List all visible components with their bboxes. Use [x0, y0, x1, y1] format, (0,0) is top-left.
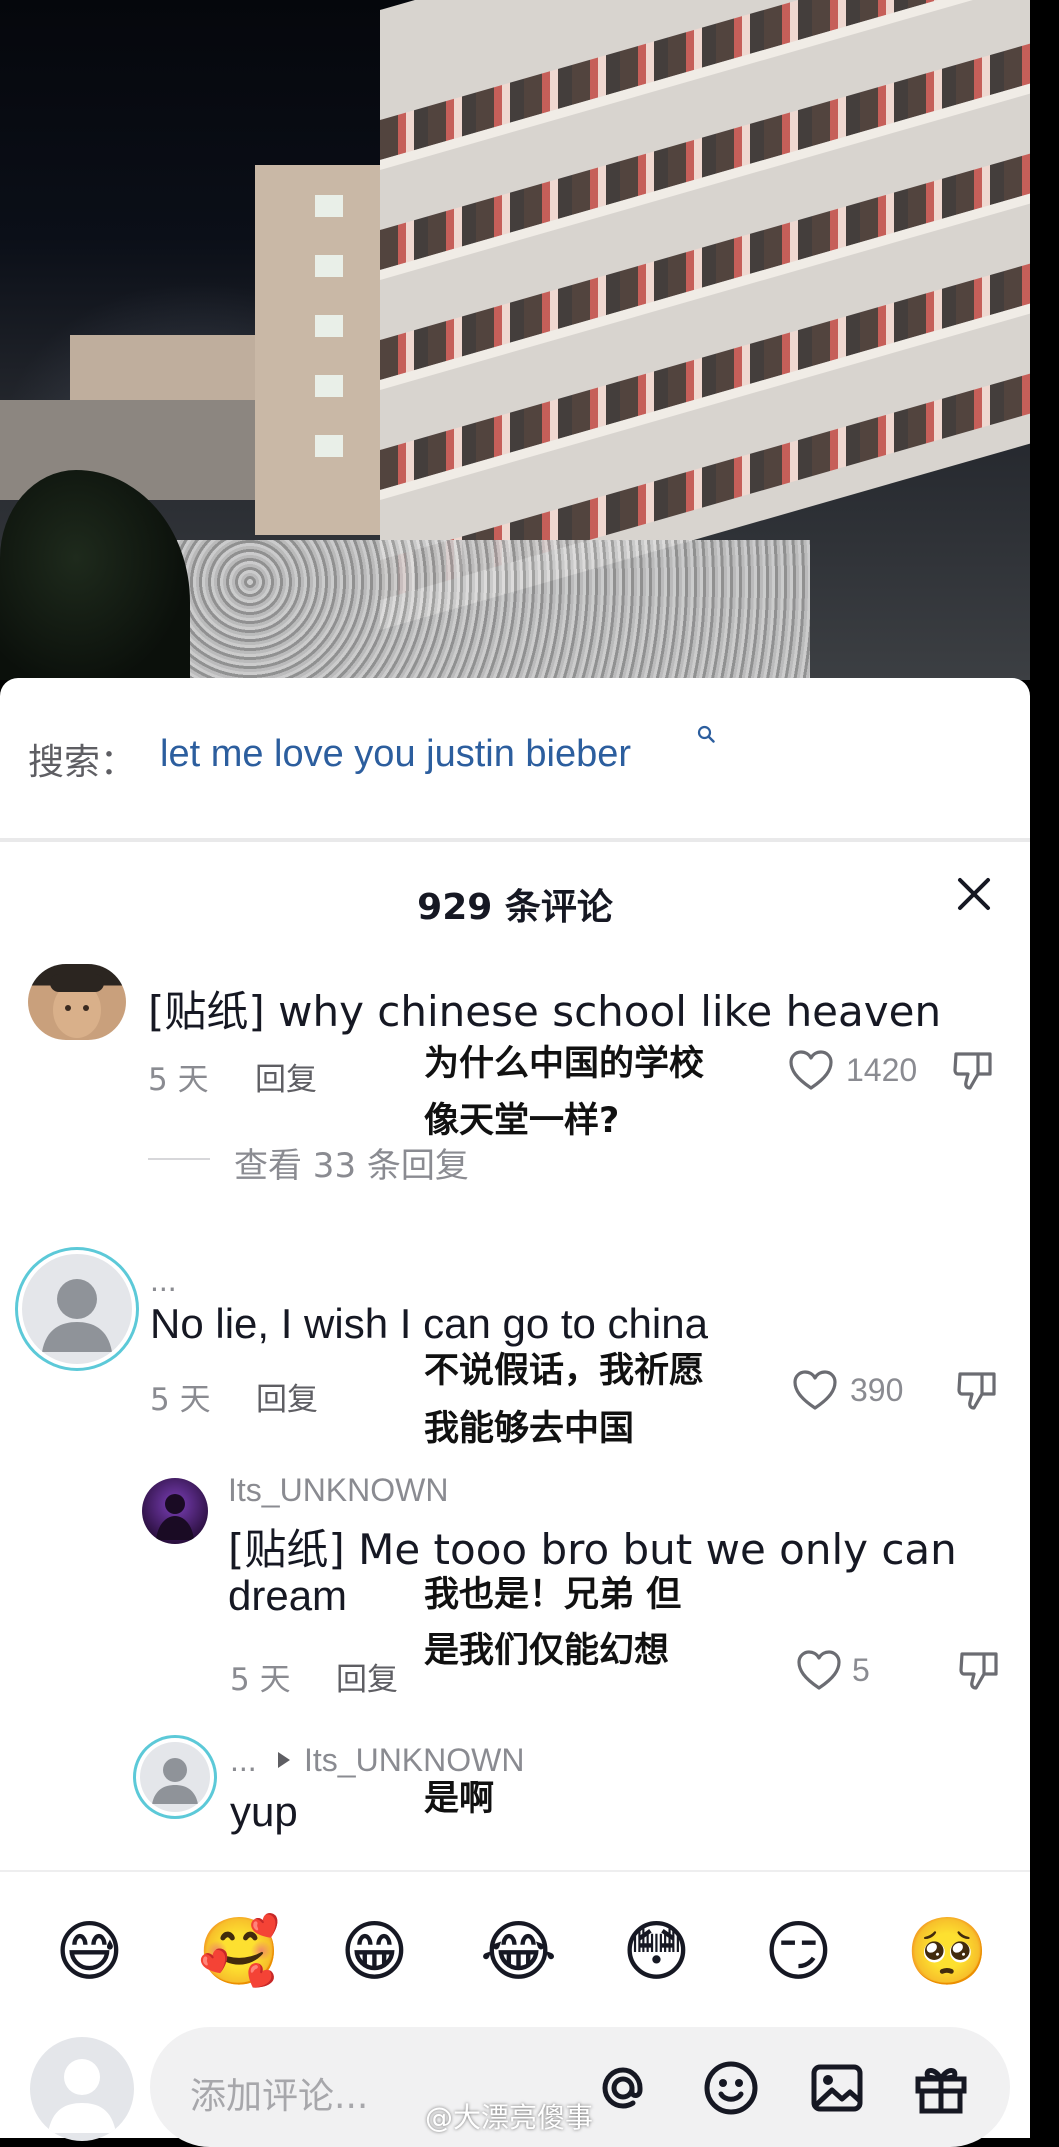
avatar[interactable]: [140, 1742, 210, 1812]
emoji-shortcut[interactable]: 😏: [764, 1912, 833, 1992]
translation-caption: 是我们仅能幻想: [424, 1631, 670, 1671]
view-replies-button[interactable]: 查看 33 条回复: [234, 1138, 469, 1187]
like-count: 390: [850, 1372, 904, 1408]
comment-time: 5 天: [150, 1382, 211, 1418]
search-icon[interactable]: [697, 725, 715, 743]
reply-button[interactable]: 回复: [336, 1654, 398, 1699]
reply-arrow-icon: [278, 1752, 290, 1768]
avatar[interactable]: [142, 1478, 208, 1544]
like-count: 1420: [846, 1052, 918, 1088]
tower-building: [255, 165, 385, 535]
gift-icon[interactable]: [910, 2057, 972, 2119]
search-query-link[interactable]: let me love you justin bieber: [160, 733, 631, 776]
reply-username[interactable]: Its_UNKNOWN: [228, 1472, 448, 1509]
heart-icon[interactable]: [792, 1370, 838, 1412]
translation-caption: 不说假话，我祈愿: [424, 1351, 705, 1391]
close-icon[interactable]: [952, 872, 996, 916]
dislike-icon[interactable]: [952, 1050, 994, 1092]
reply-text: yup: [230, 1788, 298, 1835]
heart-icon[interactable]: [788, 1050, 834, 1092]
emoji-shortcut[interactable]: 😂: [480, 1912, 557, 1992]
avatar[interactable]: [22, 1254, 132, 1364]
like-count: 5: [852, 1652, 870, 1688]
search-prefix: 搜索：: [28, 742, 137, 783]
avatar[interactable]: [28, 964, 126, 1040]
paper-covered-ground: [110, 540, 810, 680]
search-suggestion-bar[interactable]: 搜索： let me love you justin bieber: [0, 678, 1030, 840]
view-replies-line: [148, 1158, 210, 1160]
emoji-shortcut[interactable]: 😅: [55, 1912, 124, 1992]
reply-button[interactable]: 回复: [255, 1054, 317, 1099]
comment-username[interactable]: ...: [150, 1262, 177, 1299]
comment-time: 5 天: [148, 1062, 209, 1098]
dislike-icon[interactable]: [956, 1370, 998, 1412]
translation-caption: 我能够去中国: [424, 1409, 635, 1449]
comments-count-title: 929 条评论: [417, 887, 613, 928]
reply-button[interactable]: 回复: [256, 1374, 318, 1419]
heart-icon[interactable]: [796, 1650, 842, 1692]
my-avatar: [30, 2037, 134, 2141]
reply-time: 5 天: [230, 1662, 291, 1698]
background-building: [70, 335, 260, 405]
comment-input-placeholder: 添加评论...: [190, 2076, 369, 2117]
translation-caption: 我也是！兄弟 但: [424, 1575, 682, 1615]
dislike-icon[interactable]: [958, 1650, 1000, 1692]
reply-text: dream: [228, 1572, 348, 1619]
comment-text: No lie, I wish I can go to china: [150, 1300, 708, 1347]
emoji-shortcut[interactable]: 😳: [622, 1912, 691, 1992]
translation-caption: 为什么中国的学校: [424, 1044, 705, 1084]
watermark-text: @大漂亮傻事: [425, 2101, 594, 2134]
image-icon[interactable]: [806, 2057, 868, 2119]
mention-icon[interactable]: [592, 2057, 654, 2119]
emoji-shortcut[interactable]: 😁: [340, 1912, 409, 1992]
emoji-shortcut[interactable]: 🥰: [198, 1912, 280, 1992]
emoji-icon[interactable]: [700, 2057, 762, 2119]
reply-username[interactable]: ...: [230, 1742, 257, 1779]
translation-caption: 是啊: [424, 1779, 495, 1819]
comment-text: [贴纸] why chinese school like heaven: [148, 987, 942, 1036]
video-frame[interactable]: [0, 0, 1030, 680]
trees: [0, 470, 190, 680]
screen-edge: [1030, 0, 1059, 2136]
emoji-shortcut[interactable]: 🥺: [906, 1912, 988, 1992]
